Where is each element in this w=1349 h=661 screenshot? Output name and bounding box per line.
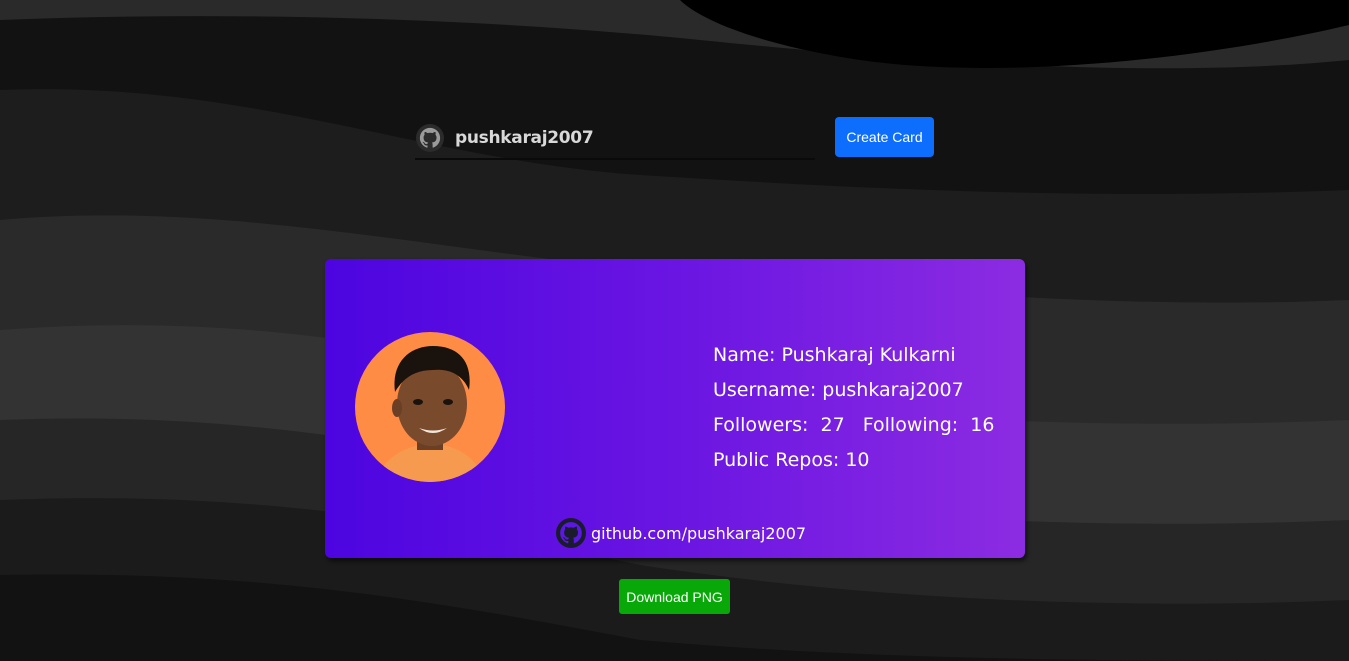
- github-icon: [415, 123, 445, 153]
- name-text: Name: Pushkaraj Kulkarni: [713, 344, 956, 366]
- username-search-field[interactable]: [415, 118, 815, 160]
- profile-photo: [355, 332, 505, 482]
- download-png-button[interactable]: Download PNG: [619, 579, 730, 614]
- username-input[interactable]: [453, 127, 797, 149]
- public-repos-text: Public Repos: 10: [713, 449, 870, 471]
- profile-info: Name: Pushkaraj Kulkarni Username: pushk…: [713, 338, 994, 478]
- profile-link-text: github.com/pushkaraj2007: [591, 523, 807, 543]
- github-profile-card: Name: Pushkaraj Kulkarni Username: pushk…: [325, 259, 1025, 558]
- profile-link[interactable]: github.com/pushkaraj2007: [556, 518, 806, 548]
- username-text: Username: pushkaraj2007: [713, 379, 964, 401]
- github-icon: [556, 518, 586, 548]
- followers-following-text: Followers: 27 Following: 16: [713, 414, 995, 436]
- create-card-button[interactable]: Create Card: [835, 117, 934, 157]
